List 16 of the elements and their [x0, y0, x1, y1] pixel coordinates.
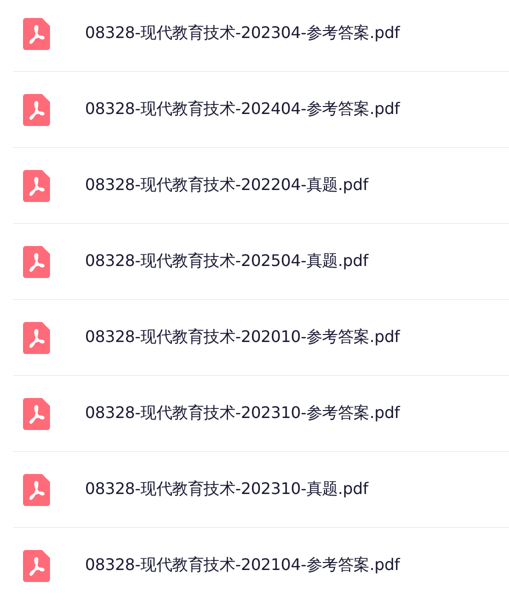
file-name[interactable]: 08328-现代教育技术-202504-真题.pdf — [85, 251, 368, 272]
pdf-file-icon — [23, 170, 50, 202]
file-name[interactable]: 08328-现代教育技术-202304-参考答案.pdf — [85, 23, 400, 44]
pdf-file-icon — [23, 550, 50, 582]
pdf-file-icon — [23, 474, 50, 506]
file-name[interactable]: 08328-现代教育技术-202310-参考答案.pdf — [85, 403, 400, 424]
pdf-file-icon — [23, 322, 50, 354]
file-name[interactable]: 08328-现代教育技术-202204-真题.pdf — [85, 175, 368, 196]
file-name[interactable]: 08328-现代教育技术-202010-参考答案.pdf — [85, 327, 400, 348]
pdf-file-icon — [23, 398, 50, 430]
file-name[interactable]: 08328-现代教育技术-202104-参考答案.pdf — [85, 555, 400, 576]
pdf-file-icon — [23, 246, 50, 278]
file-name[interactable]: 08328-现代教育技术-202404-参考答案.pdf — [85, 99, 400, 120]
pdf-file-icon — [23, 94, 50, 126]
pdf-file-icon — [23, 18, 50, 50]
file-name[interactable]: 08328-现代教育技术-202310-真题.pdf — [85, 479, 368, 500]
